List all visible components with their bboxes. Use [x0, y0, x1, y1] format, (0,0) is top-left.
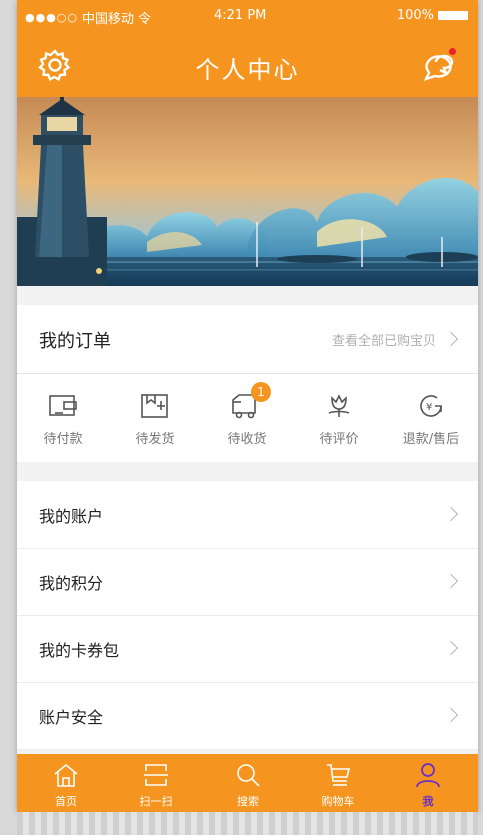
menu-item-account[interactable]: 我的账户 — [17, 481, 478, 549]
status-label: 待收货 — [227, 432, 267, 447]
wifi-icon: 令 — [138, 12, 152, 27]
status-bar: ●●●○○ 中国移动 令 4:21 PM 100% — [17, 0, 478, 32]
menu-item-label: 账户安全 — [39, 708, 104, 727]
orders-header[interactable]: 我的订单 查看全部已购宝贝 — [17, 305, 478, 374]
tab-scan[interactable]: 扫一扫 — [121, 760, 191, 809]
battery-percent: 100% — [396, 8, 434, 23]
svg-text:¥: ¥ — [426, 402, 432, 413]
status-pending-payment[interactable]: 待付款 — [17, 388, 109, 447]
banner-image — [17, 97, 478, 286]
orders-title: 我的订单 — [39, 331, 111, 352]
tab-label: 扫一扫 — [139, 795, 173, 808]
flower-icon — [293, 388, 385, 424]
menu-item-points[interactable]: 我的积分 — [17, 548, 478, 616]
status-pending-shipment[interactable]: 待发货 — [109, 388, 201, 447]
status-time: 4:21 PM — [214, 8, 267, 23]
truck-icon: 1 — [201, 382, 293, 424]
signal-indicator: ●●●○○ — [25, 11, 78, 24]
tab-home[interactable]: 首页 — [31, 760, 101, 809]
menu-item-label: 我的账户 — [39, 507, 104, 526]
header: ●●●○○ 中国移动 令 4:21 PM 100% 个人中心 — [17, 0, 478, 97]
menu-item-label: 我的积分 — [39, 574, 104, 593]
tab-label: 搜索 — [237, 795, 259, 808]
notification-dot — [449, 48, 456, 55]
status-refund[interactable]: ¥ 退款/售后 — [385, 388, 477, 447]
tab-label: 购物车 — [321, 795, 355, 808]
page-title: 个人中心 — [195, 56, 300, 84]
refund-icon: ¥ — [385, 388, 477, 424]
chat-bubble-icon[interactable] — [420, 47, 460, 83]
package-icon — [109, 388, 201, 424]
home-icon — [31, 760, 101, 790]
menu-item-security[interactable]: 账户安全 — [17, 682, 478, 750]
status-pending-receipt[interactable]: 1 待收货 — [201, 382, 293, 447]
carrier-label: 中国移动 — [82, 12, 135, 27]
tab-label: 我 — [422, 795, 434, 808]
view-all-orders-link[interactable]: 查看全部已购宝贝 — [332, 330, 436, 349]
search-icon — [213, 760, 283, 790]
status-label: 待付款 — [43, 432, 83, 447]
orders-card: 我的订单 查看全部已购宝贝 待付款 待发货 1 待收货 待评价 ¥ 退款/售后 — [17, 305, 478, 462]
tab-label: 首页 — [55, 795, 77, 808]
tab-me[interactable]: 我 — [393, 760, 463, 809]
tab-cart[interactable]: 购物车 — [303, 760, 373, 809]
background-strip — [17, 812, 478, 835]
chevron-right-icon — [443, 640, 459, 656]
tab-search[interactable]: 搜索 — [213, 760, 283, 809]
chevron-right-icon — [443, 331, 459, 347]
wallet-icon — [17, 388, 109, 424]
battery-icon — [438, 11, 468, 20]
order-count-badge: 1 — [251, 382, 271, 402]
order-status-row: 待付款 待发货 1 待收货 待评价 ¥ 退款/售后 — [17, 374, 478, 462]
scan-icon — [121, 760, 191, 790]
menu-item-coupons[interactable]: 我的卡券包 — [17, 615, 478, 683]
status-label: 待发货 — [135, 432, 175, 447]
chevron-right-icon — [443, 573, 459, 589]
account-menu: 我的账户 我的积分 我的卡券包 账户安全 — [17, 481, 478, 750]
user-icon — [393, 760, 463, 790]
menu-item-label: 我的卡券包 — [39, 641, 120, 660]
status-label: 退款/售后 — [402, 432, 460, 447]
status-label: 待评价 — [319, 432, 359, 447]
nav-bar: 个人中心 — [17, 32, 478, 97]
tab-bar: 首页 扫一扫 搜索 购物车 我 — [17, 754, 478, 812]
chevron-right-icon — [443, 707, 459, 723]
chevron-right-icon — [443, 506, 459, 522]
cart-icon — [303, 760, 373, 790]
status-pending-review[interactable]: 待评价 — [293, 388, 385, 447]
phone-screen: ●●●○○ 中国移动 令 4:21 PM 100% 个人中心 我的订单 查看全部… — [17, 0, 478, 812]
